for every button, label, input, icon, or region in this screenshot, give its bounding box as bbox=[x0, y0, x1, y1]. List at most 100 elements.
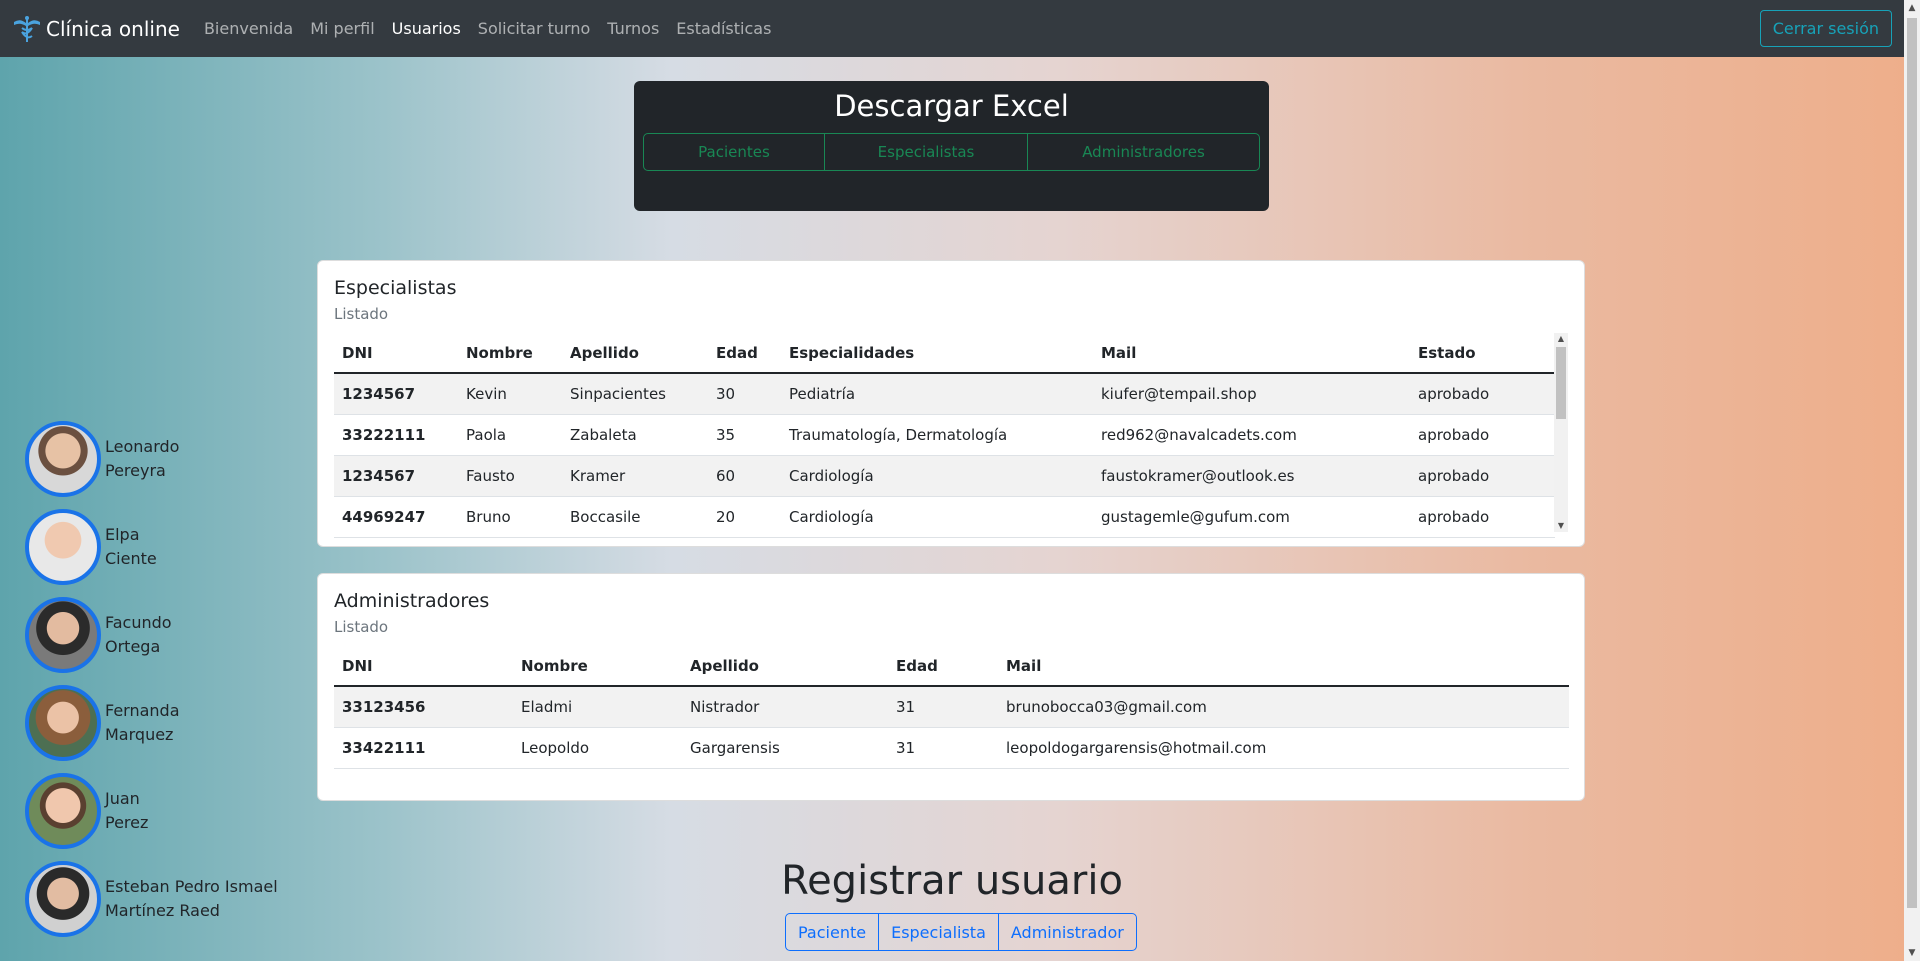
nav-turnos[interactable]: Turnos bbox=[607, 19, 659, 38]
avatar bbox=[25, 773, 101, 849]
user-first-name: Leonardo bbox=[105, 437, 180, 456]
col-edad: Edad bbox=[888, 646, 998, 687]
col-estado: Estado bbox=[1410, 333, 1555, 374]
nav-estadisticas[interactable]: Estadísticas bbox=[676, 19, 771, 38]
cell-edad: 31 bbox=[888, 686, 998, 728]
excel-administradores-button[interactable]: Administradores bbox=[1027, 133, 1260, 171]
cell-nombre: Leopoldo bbox=[513, 727, 682, 769]
cell-estado: aprobado bbox=[1410, 373, 1555, 415]
user-first-name: Fernanda bbox=[105, 701, 180, 720]
cell-nombre: Bruno bbox=[458, 496, 562, 538]
user-last-name: Ciente bbox=[105, 549, 157, 568]
nav-usuarios[interactable]: Usuarios bbox=[392, 19, 461, 38]
scroll-up-icon[interactable]: ▲ bbox=[1904, 0, 1920, 16]
table-header-row: DNI Nombre Apellido Edad Mail bbox=[334, 646, 1569, 687]
excel-especialistas-button[interactable]: Especialistas bbox=[824, 133, 1028, 171]
quick-user-button[interactable]: Leonardo Pereyra bbox=[25, 421, 179, 497]
cell-edad: 30 bbox=[708, 373, 781, 415]
cell-mail: leopoldogargarensis@hotmail.com bbox=[998, 727, 1569, 769]
administradores-table: DNI Nombre Apellido Edad Mail 33123456 E… bbox=[334, 646, 1569, 769]
table-scrollbar[interactable]: ▲ ▼ bbox=[1554, 333, 1568, 532]
cell-especialidades: Cardiología bbox=[781, 455, 1093, 497]
col-dni: DNI bbox=[334, 646, 513, 687]
table-row[interactable]: 33123456 Eladmi Nistrador 31 brunobocca0… bbox=[334, 686, 1569, 728]
cell-especialidades: Cardiología bbox=[781, 496, 1093, 538]
especialistas-table: DNI Nombre Apellido Edad Especialidades … bbox=[334, 333, 1555, 538]
table-row[interactable]: 44969247 Bruno Boccasile 20 Cardiología … bbox=[334, 496, 1555, 538]
scrollbar-thumb[interactable] bbox=[1556, 347, 1566, 419]
quick-user-button[interactable]: Facundo Ortega bbox=[25, 597, 172, 673]
cell-edad: 60 bbox=[708, 455, 781, 497]
nav-bienvenida[interactable]: Bienvenida bbox=[204, 19, 293, 38]
col-especialidades: Especialidades bbox=[781, 333, 1093, 374]
scroll-down-icon[interactable]: ▼ bbox=[1554, 520, 1568, 532]
user-last-name: Marquez bbox=[105, 725, 174, 744]
table-row[interactable]: 1234567 Kevin Sinpacientes 30 Pediatría … bbox=[334, 373, 1555, 415]
brand-link[interactable]: Clínica online bbox=[12, 14, 180, 44]
user-last-name: Pereyra bbox=[105, 461, 166, 480]
administradores-subtitle: Listado bbox=[334, 618, 389, 636]
cell-mail: red962@navalcadets.com bbox=[1093, 414, 1410, 456]
col-nombre: Nombre bbox=[513, 646, 682, 687]
register-especialista-button[interactable]: Especialista bbox=[878, 913, 999, 951]
cell-edad: 31 bbox=[888, 727, 998, 769]
quick-user-name: Leonardo Pereyra bbox=[105, 435, 179, 483]
table-row[interactable]: 1234567 Fausto Kramer 60 Cardiología fau… bbox=[334, 455, 1555, 497]
col-apellido: Apellido bbox=[682, 646, 888, 687]
register-title: Registrar usuario bbox=[781, 858, 1123, 904]
register-paciente-button[interactable]: Paciente bbox=[785, 913, 880, 951]
nav-solicitar-turno[interactable]: Solicitar turno bbox=[478, 19, 590, 38]
scrollbar-thumb[interactable] bbox=[1907, 18, 1917, 908]
user-last-name: Ortega bbox=[105, 637, 161, 656]
col-mail: Mail bbox=[998, 646, 1569, 687]
register-administrador-button[interactable]: Administrador bbox=[997, 913, 1137, 951]
nav-mi-perfil[interactable]: Mi perfil bbox=[310, 19, 374, 38]
excel-pacientes-button[interactable]: Pacientes bbox=[643, 133, 825, 171]
quick-user-name: Facundo Ortega bbox=[105, 611, 172, 659]
brand-name: Clínica online bbox=[46, 16, 180, 41]
quick-user-name: Fernanda Marquez bbox=[105, 699, 180, 747]
excel-download-card: Descargar Excel Pacientes Especialistas … bbox=[634, 81, 1269, 211]
cell-dni: 1234567 bbox=[334, 373, 458, 415]
register-button-group: Paciente Especialista Administrador bbox=[785, 913, 1137, 951]
cell-mail: brunobocca03@gmail.com bbox=[998, 686, 1569, 728]
cell-estado: aprobado bbox=[1410, 496, 1555, 538]
table-row[interactable]: 33222111 Paola Zabaleta 35 Traumatología… bbox=[334, 414, 1555, 456]
col-dni: DNI bbox=[334, 333, 458, 374]
cell-nombre: Paola bbox=[458, 414, 562, 456]
cell-mail: gustagemle@gufum.com bbox=[1093, 496, 1410, 538]
table-row[interactable]: 33422111 Leopoldo Gargarensis 31 leopold… bbox=[334, 727, 1569, 769]
excel-title: Descargar Excel bbox=[834, 89, 1069, 123]
logout-button[interactable]: Cerrar sesión bbox=[1759, 10, 1892, 47]
page-scrollbar[interactable]: ▲ ▼ bbox=[1904, 0, 1920, 961]
scroll-down-icon[interactable]: ▼ bbox=[1904, 945, 1920, 961]
quick-user-button[interactable]: Juan Perez bbox=[25, 773, 148, 849]
cell-dni: 33422111 bbox=[334, 727, 513, 769]
table-header-row: DNI Nombre Apellido Edad Especialidades … bbox=[334, 333, 1555, 374]
cell-dni: 33123456 bbox=[334, 686, 513, 728]
especialistas-subtitle: Listado bbox=[334, 305, 389, 323]
col-nombre: Nombre bbox=[458, 333, 562, 374]
avatar bbox=[25, 597, 101, 673]
col-edad: Edad bbox=[708, 333, 781, 374]
quick-user-button[interactable]: Elpa Ciente bbox=[25, 509, 157, 585]
cell-apellido: Zabaleta bbox=[562, 414, 708, 456]
col-apellido: Apellido bbox=[562, 333, 708, 374]
cell-nombre: Kevin bbox=[458, 373, 562, 415]
cell-apellido: Sinpacientes bbox=[562, 373, 708, 415]
quick-user-button[interactable]: Fernanda Marquez bbox=[25, 685, 180, 761]
excel-button-group: Pacientes Especialistas Administradores bbox=[643, 133, 1260, 171]
cell-mail: kiufer@tempail.shop bbox=[1093, 373, 1410, 415]
avatar bbox=[25, 509, 101, 585]
scroll-up-icon[interactable]: ▲ bbox=[1554, 333, 1568, 345]
cell-especialidades: Traumatología, Dermatología bbox=[781, 414, 1093, 456]
cell-mail: faustokramer@outlook.es bbox=[1093, 455, 1410, 497]
administradores-title: Administradores bbox=[334, 590, 490, 612]
cell-estado: aprobado bbox=[1410, 455, 1555, 497]
avatar bbox=[25, 685, 101, 761]
cell-nombre: Fausto bbox=[458, 455, 562, 497]
cell-nombre: Eladmi bbox=[513, 686, 682, 728]
user-last-name: Perez bbox=[105, 813, 149, 832]
quick-user-name: Juan Perez bbox=[105, 787, 148, 835]
user-first-name: Facundo bbox=[105, 613, 172, 632]
